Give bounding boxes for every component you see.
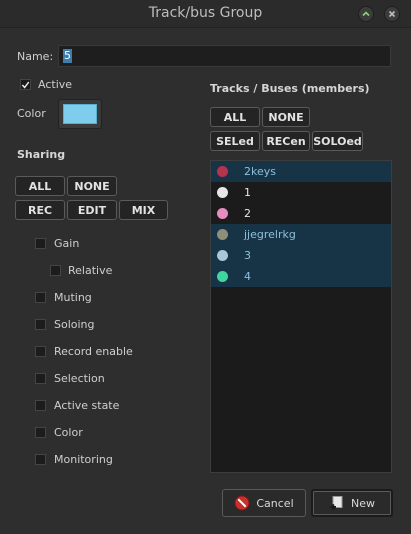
- active-label: Active: [38, 78, 73, 91]
- new-label: New: [351, 496, 375, 510]
- color-picker-button[interactable]: [58, 99, 102, 129]
- cancel-button[interactable]: Cancel: [222, 489, 306, 517]
- monitoring-label: Monitoring: [54, 453, 113, 466]
- gain-label: Gain: [54, 237, 80, 250]
- track-color-dot: [217, 166, 228, 177]
- track-row-jjegrelrkg[interactable]: jjegrelrkg: [211, 224, 391, 245]
- sharing-mix-button[interactable]: MIX: [119, 200, 168, 220]
- close-button[interactable]: [384, 6, 400, 22]
- color-swatch: [63, 104, 97, 124]
- minimize-button[interactable]: [358, 6, 374, 22]
- sharing-none-button[interactable]: NONE: [67, 176, 117, 196]
- track-name: 1: [244, 186, 251, 199]
- soloing-checkbox[interactable]: [35, 319, 46, 330]
- track-color-dot: [217, 250, 228, 261]
- muting-label: Muting: [54, 291, 92, 304]
- check-icon: [21, 81, 30, 89]
- track-name: 4: [244, 270, 251, 283]
- selection-label: Selection: [54, 372, 105, 385]
- track-name: 3: [244, 249, 251, 262]
- name-field[interactable]: 5: [58, 45, 391, 67]
- track-color-dot: [217, 271, 228, 282]
- name-field-value: 5: [63, 49, 72, 63]
- active-state-label: Active state: [54, 399, 120, 412]
- sharing-title: Sharing: [17, 148, 66, 161]
- relative-checkbox[interactable]: [50, 265, 61, 276]
- muting-checkbox[interactable]: [35, 292, 46, 303]
- no-entry-icon: [234, 495, 250, 511]
- track-row-2[interactable]: 2: [211, 203, 391, 224]
- track-color-dot: [217, 187, 228, 198]
- record-enable-label: Record enable: [54, 345, 133, 358]
- color-share-label: Color: [54, 426, 83, 439]
- selection-checkbox[interactable]: [35, 373, 46, 384]
- name-label: Name:: [17, 50, 54, 63]
- active-state-checkbox[interactable]: [35, 400, 46, 411]
- tracks-list[interactable]: 2keys 1 2 jjegrelrkg 3 4: [210, 160, 392, 473]
- cancel-label: Cancel: [256, 496, 294, 510]
- monitoring-checkbox[interactable]: [35, 454, 46, 465]
- tracks-none-button[interactable]: NONE: [262, 107, 310, 127]
- track-name: 2keys: [244, 165, 276, 178]
- sharing-rec-button[interactable]: REC: [15, 200, 65, 220]
- color-share-checkbox[interactable]: [35, 427, 46, 438]
- tracks-seled-button[interactable]: SELed: [210, 131, 260, 151]
- track-color-dot: [217, 208, 228, 219]
- track-row-4[interactable]: 4: [211, 266, 391, 287]
- new-button[interactable]: New: [311, 489, 393, 517]
- track-name: jjegrelrkg: [244, 228, 296, 241]
- track-row-2keys[interactable]: 2keys: [211, 161, 391, 182]
- record-enable-checkbox[interactable]: [35, 346, 46, 357]
- sharing-all-button[interactable]: ALL: [15, 176, 65, 196]
- relative-label: Relative: [68, 264, 113, 277]
- color-label: Color: [17, 107, 46, 120]
- track-row-1[interactable]: 1: [211, 182, 391, 203]
- track-row-3[interactable]: 3: [211, 245, 391, 266]
- soloing-label: Soloing: [54, 318, 95, 331]
- tracks-all-button[interactable]: ALL: [210, 107, 260, 127]
- tracks-recen-button[interactable]: RECen: [262, 131, 310, 151]
- chevron-up-icon: [362, 11, 370, 17]
- sharing-edit-button[interactable]: EDIT: [67, 200, 117, 220]
- track-color-dot: [217, 229, 228, 240]
- new-document-icon: [330, 496, 343, 510]
- track-name: 2: [244, 207, 251, 220]
- window-title: Track/bus Group: [148, 5, 263, 21]
- tracks-soloed-button[interactable]: SOLOed: [312, 131, 363, 151]
- gain-checkbox[interactable]: [35, 238, 46, 249]
- tracks-title: Tracks / Buses (members): [210, 82, 370, 95]
- active-checkbox[interactable]: [20, 79, 31, 90]
- close-icon: [388, 10, 396, 18]
